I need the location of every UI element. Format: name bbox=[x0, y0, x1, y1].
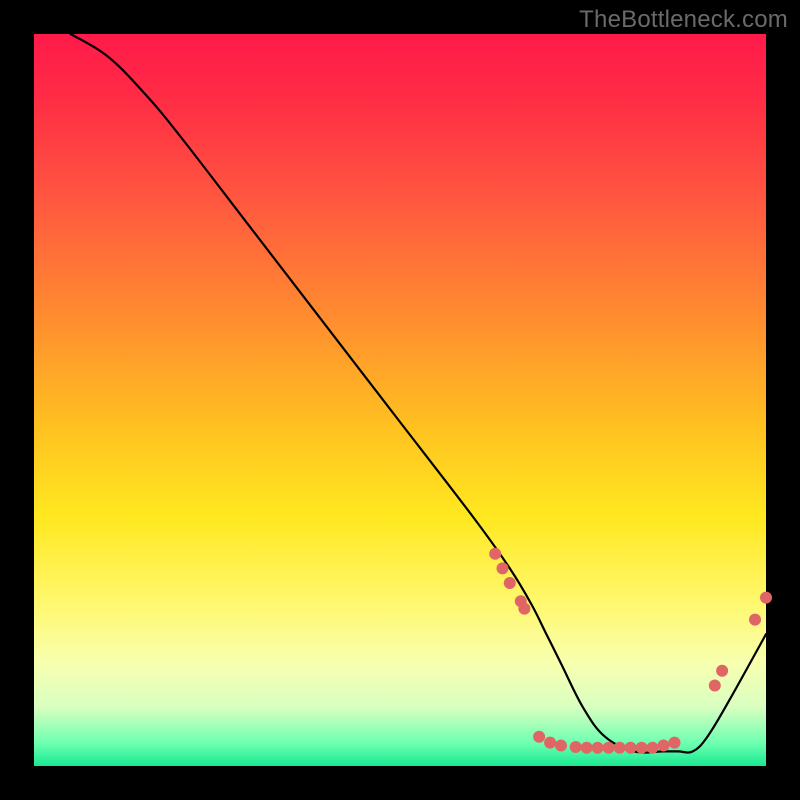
curve-marker bbox=[497, 562, 509, 574]
curve-marker bbox=[625, 742, 637, 754]
plot-area bbox=[34, 34, 766, 766]
curve-marker bbox=[544, 737, 556, 749]
curve-marker bbox=[592, 742, 604, 754]
curve-marker bbox=[555, 740, 567, 752]
curve-marker bbox=[603, 742, 615, 754]
curve-marker bbox=[636, 742, 648, 754]
curve-marker bbox=[581, 742, 593, 754]
curve-marker bbox=[749, 614, 761, 626]
chart-svg bbox=[34, 34, 766, 766]
curve-marker bbox=[518, 603, 530, 615]
watermark-label: TheBottleneck.com bbox=[579, 6, 788, 34]
curve-marker bbox=[533, 731, 545, 743]
curve-marker bbox=[709, 680, 721, 692]
curve-markers bbox=[489, 548, 772, 754]
chart-stage: TheBottleneck.com bbox=[0, 0, 800, 800]
curve-marker bbox=[614, 742, 626, 754]
curve-marker bbox=[489, 548, 501, 560]
curve-marker bbox=[716, 665, 728, 677]
curve-marker bbox=[658, 740, 670, 752]
curve-marker bbox=[570, 741, 582, 753]
curve-marker bbox=[504, 577, 516, 589]
bottleneck-curve bbox=[71, 34, 766, 753]
curve-marker bbox=[647, 742, 659, 754]
curve-marker bbox=[760, 592, 772, 604]
curve-marker bbox=[669, 737, 681, 749]
